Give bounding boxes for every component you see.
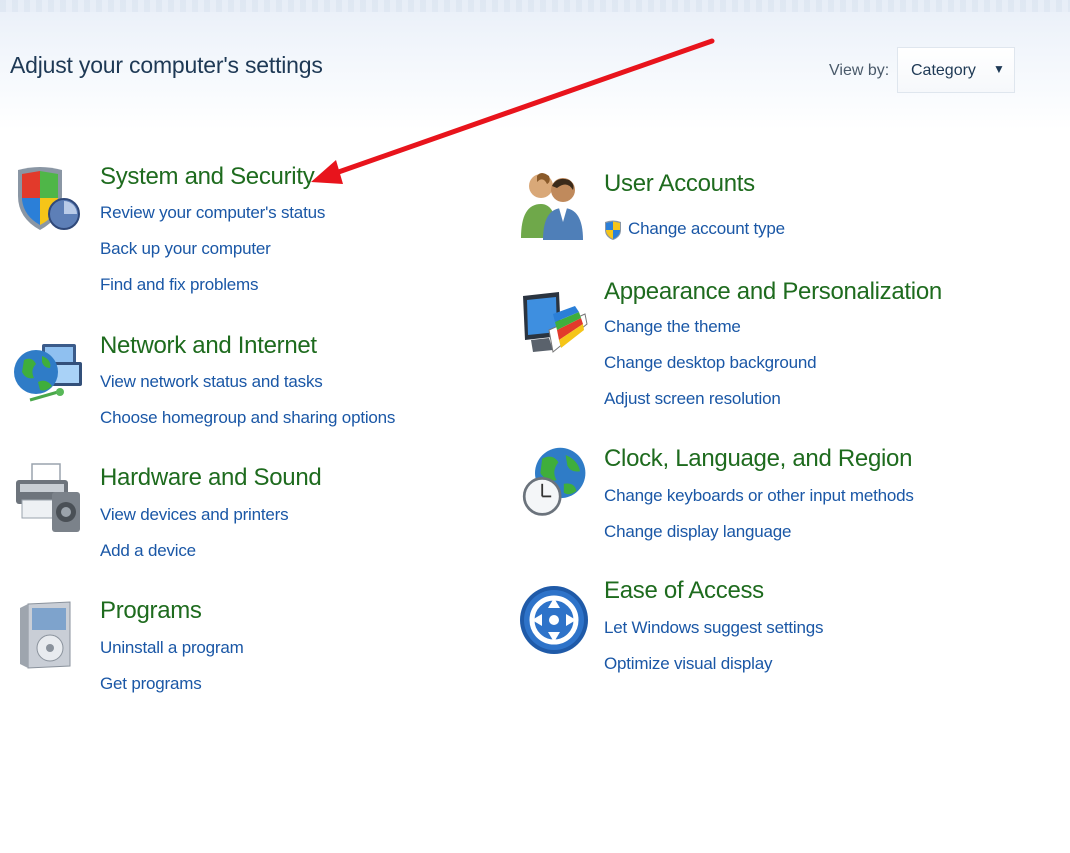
globe-clock-icon[interactable] [517,446,589,518]
monitor-palette-icon[interactable] [519,290,591,362]
software-box-icon[interactable] [14,598,86,670]
view-by-value: Category [911,62,976,79]
view-by-dropdown[interactable]: Category ▼ [897,47,1015,93]
link-desktop-background[interactable]: Change desktop background [604,353,817,373]
link-screen-resolution[interactable]: Adjust screen resolution [604,389,781,409]
category-title-programs[interactable]: Programs [100,597,202,625]
link-network-status[interactable]: View network status and tasks [100,372,323,392]
category-title-appearance[interactable]: Appearance and Personalization [604,278,942,306]
link-devices-printers[interactable]: View devices and printers [100,505,289,525]
link-change-account-type[interactable]: Change account type [628,219,785,239]
shield-icon[interactable] [12,162,84,234]
link-review-status[interactable]: Review your computer's status [100,203,325,223]
link-get-programs[interactable]: Get programs [100,674,202,694]
chevron-down-icon: ▼ [993,62,1005,76]
link-homegroup[interactable]: Choose homegroup and sharing options [100,408,395,428]
link-add-device[interactable]: Add a device [100,541,196,561]
printer-speaker-icon[interactable] [12,462,84,534]
uac-shield-icon [605,220,621,240]
link-display-language[interactable]: Change display language [604,522,791,542]
network-globe-icon[interactable] [12,338,84,410]
link-find-fix[interactable]: Find and fix problems [100,275,259,295]
view-by-label: View by: [829,62,890,79]
category-title-clock-language[interactable]: Clock, Language, and Region [604,445,912,473]
link-uninstall[interactable]: Uninstall a program [100,638,244,658]
link-keyboards[interactable]: Change keyboards or other input methods [604,486,914,506]
ease-of-access-icon[interactable] [518,584,590,656]
users-icon[interactable] [517,168,589,240]
category-title-system-security[interactable]: System and Security [100,163,315,191]
category-title-user-accounts[interactable]: User Accounts [604,170,755,198]
category-title-hardware-sound[interactable]: Hardware and Sound [100,464,322,492]
category-title-ease-of-access[interactable]: Ease of Access [604,577,764,605]
link-optimize-visual[interactable]: Optimize visual display [604,654,773,674]
link-change-theme[interactable]: Change the theme [604,317,741,337]
page-title: Adjust your computer's settings [10,52,323,78]
category-title-network-internet[interactable]: Network and Internet [100,332,317,360]
link-back-up[interactable]: Back up your computer [100,239,271,259]
link-windows-suggest[interactable]: Let Windows suggest settings [604,618,823,638]
